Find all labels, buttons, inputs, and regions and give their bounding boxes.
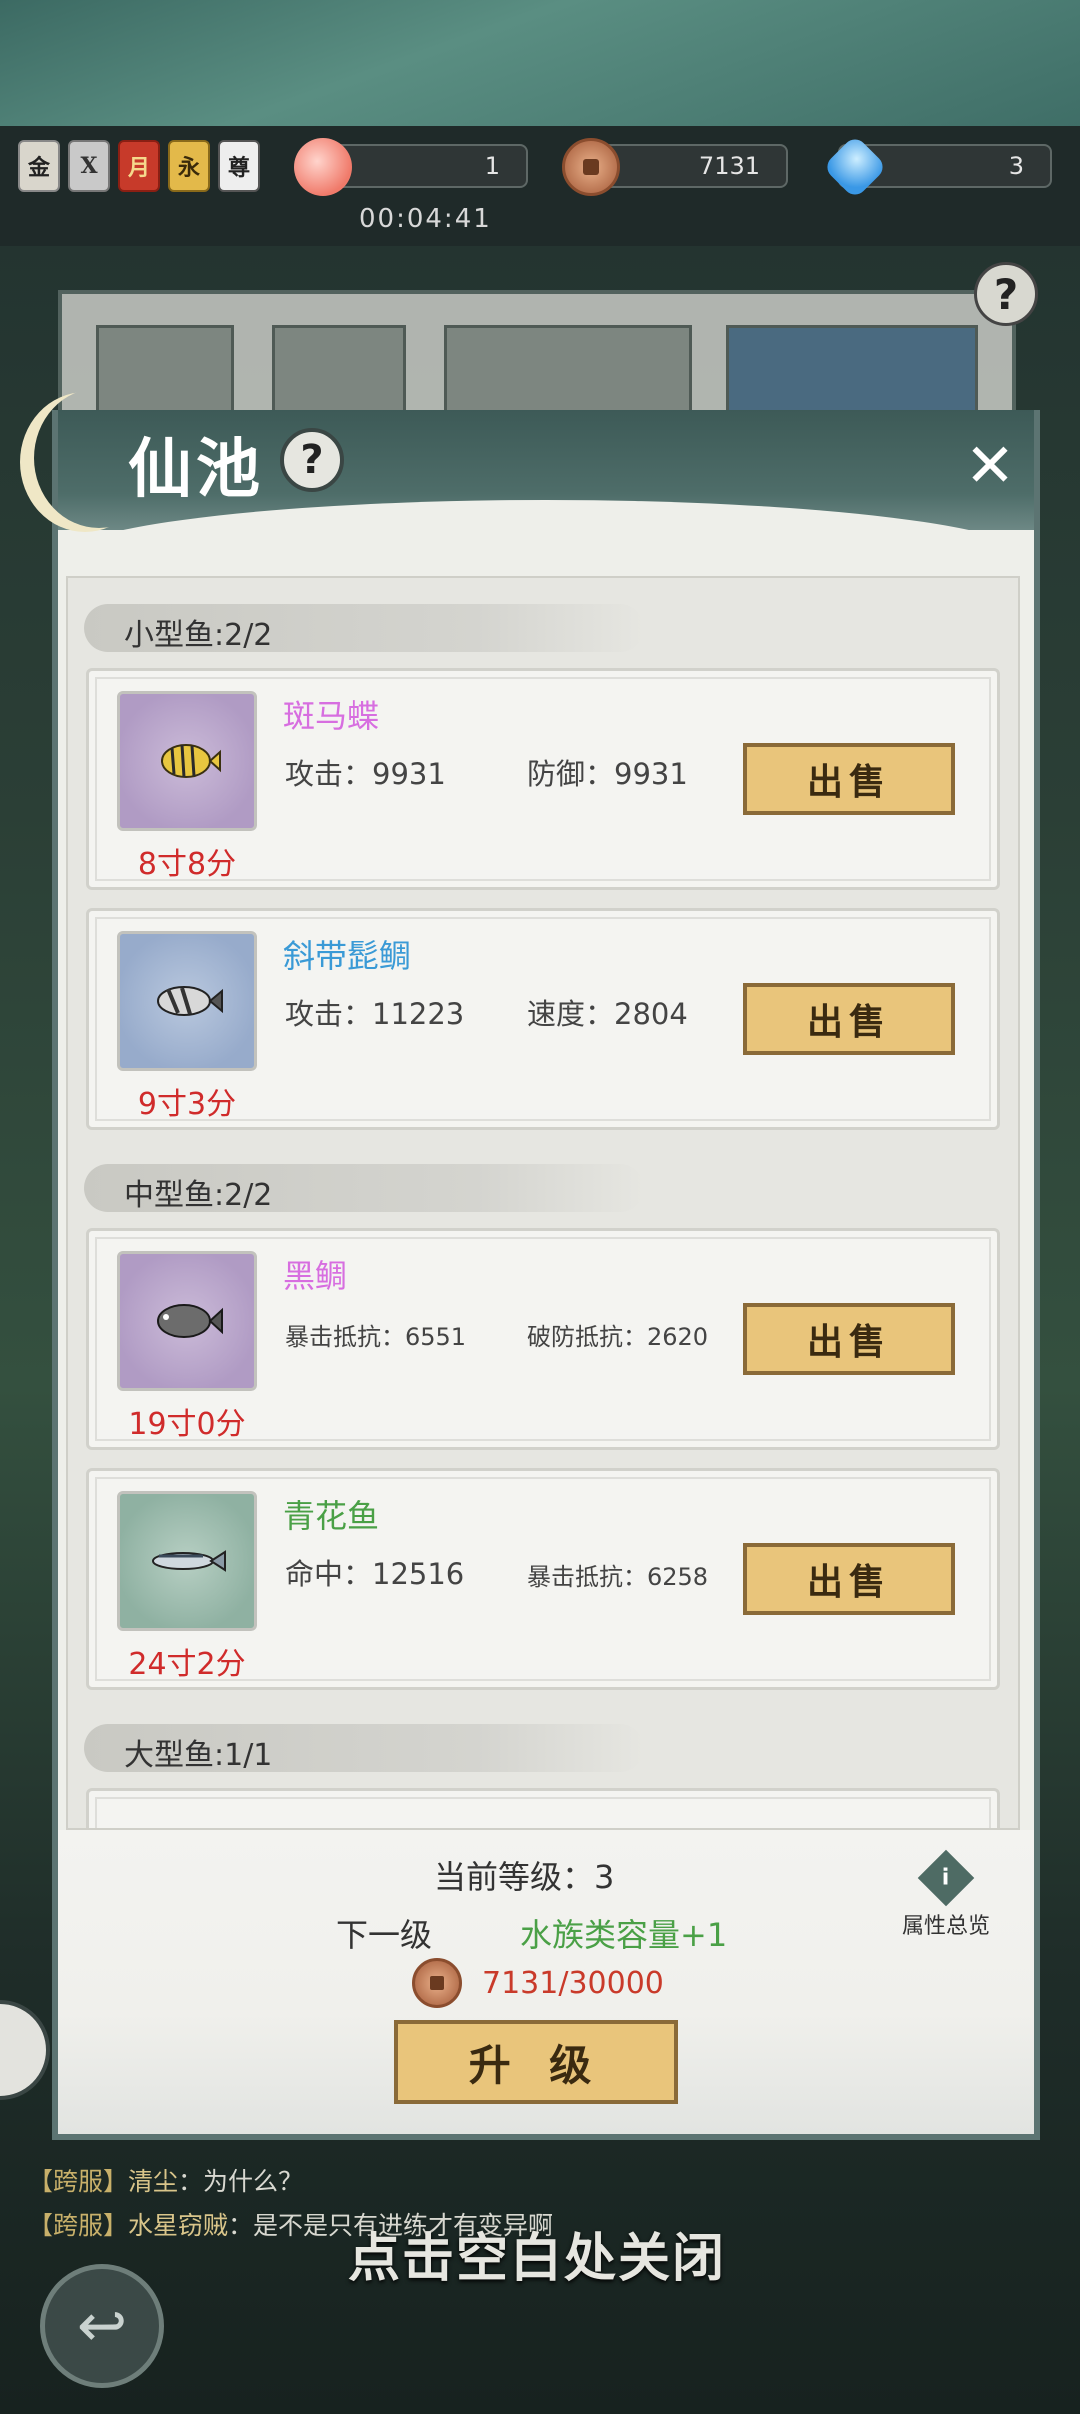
sell-button[interactable]: 出售 xyxy=(743,743,955,815)
section-label: 中型鱼:2/2 xyxy=(124,1178,273,1213)
fish-stat-defense: 防御：9931 xyxy=(527,757,688,791)
section-small-fish: 小型鱼:2/2 xyxy=(68,588,1018,668)
help-icon[interactable]: ? xyxy=(280,428,344,492)
upgrade-cost: 7131/30000 xyxy=(482,1966,664,2001)
mackerel-icon xyxy=(152,1550,226,1572)
next-level-bonus: 水族类容量+1 xyxy=(520,1916,728,1954)
fish-stat-accuracy: 命中：12516 xyxy=(285,1557,465,1591)
fish-name: 青花鱼 xyxy=(283,1497,380,1535)
fish-name: 黑鲷 xyxy=(283,1257,348,1295)
section-label: 大型鱼:1/1 xyxy=(124,1738,273,1773)
supreme-badge-icon[interactable]: 尊 xyxy=(218,140,260,192)
fish-name: 斑马蝶 xyxy=(283,697,380,735)
x-badge-icon[interactable]: X xyxy=(68,140,110,192)
sell-button[interactable]: 出售 xyxy=(743,1543,955,1615)
current-level: 当前等级：3 xyxy=(434,1858,615,1896)
fish-thumbnail[interactable] xyxy=(117,1251,257,1391)
close-button[interactable]: ✕ xyxy=(960,436,1020,496)
fish-size: 8寸8分 xyxy=(137,847,237,882)
gem-resource[interactable]: 3 xyxy=(822,134,1052,200)
fish-stat-attack: 攻击：11223 xyxy=(285,997,465,1031)
fish-card: 24寸2分 青花鱼 命中：12516 暴击抵抗：6258 出售 xyxy=(86,1468,1000,1690)
fish-card: 19寸0分 黑鲷 暴击抵抗：6551 破防抵抗：2620 出售 xyxy=(86,1228,1000,1450)
black-seabream-icon xyxy=(157,1304,223,1338)
chat-message: 【跨服】清尘：为什么？ xyxy=(28,2167,304,2196)
fish-stat-crit-resist: 暴击抵抗：6258 xyxy=(527,1563,709,1591)
fish-size: 24寸2分 xyxy=(128,1647,246,1682)
peach-icon xyxy=(294,138,352,196)
top-banner-background xyxy=(0,0,1080,126)
grunt-fish-icon xyxy=(157,986,223,1016)
fish-stat-crit-resist: 暴击抵抗：6551 xyxy=(285,1323,467,1351)
section-large-fish: 大型鱼:1/1 xyxy=(68,1708,1018,1788)
upgrade-button[interactable]: 升 级 xyxy=(394,2020,678,2104)
fish-card: 8寸8分 斑马蝶 攻击：9931 防御：9931 出售 xyxy=(86,668,1000,890)
fish-stat-attack: 攻击：9931 xyxy=(285,757,446,791)
modal-title: 仙池 xyxy=(128,432,264,507)
top-hud: 金 X 月 永 尊 1 7131 3 00:04:41 xyxy=(0,126,1080,246)
attribute-overview-button[interactable]: i 属性总览 xyxy=(896,1849,996,1940)
fish-size: 9寸3分 xyxy=(137,1087,237,1122)
gem-count: 3 xyxy=(1008,152,1024,180)
copper-coin-icon xyxy=(412,1958,462,2008)
fish-size: 19寸0分 xyxy=(128,1407,246,1442)
sell-button[interactable]: 出售 xyxy=(743,1303,955,1375)
attribute-overview-label: 属性总览 xyxy=(901,1914,990,1939)
fish-stat-break-resist: 破防抵抗：2620 xyxy=(527,1323,709,1351)
gem-icon xyxy=(822,134,888,200)
back-button[interactable]: ↩ xyxy=(40,2264,164,2388)
fish-thumbnail[interactable] xyxy=(117,1491,257,1631)
gold-badge-icon[interactable]: 金 xyxy=(18,140,60,192)
coin-resource[interactable]: 7131 xyxy=(562,138,788,196)
fish-list[interactable]: 小型鱼:2/2 8寸8分 斑马蝶 攻击：9931 防御：9931 出售 9寸3分… xyxy=(66,576,1020,1830)
fish-stat-speed: 速度：2804 xyxy=(527,997,688,1031)
permanent-card-icon[interactable]: 永 xyxy=(168,140,210,192)
copper-coin-icon xyxy=(562,138,620,196)
countdown-timer: 00:04:41 xyxy=(359,204,492,234)
tap-to-close-hint[interactable]: 点击空白处关闭 xyxy=(348,2216,726,2291)
vip-badges: 金 X 月 永 尊 xyxy=(18,140,260,192)
peach-count: 1 xyxy=(484,152,500,180)
coin-count: 7131 xyxy=(698,152,760,180)
fish-card: 9寸3分 斜带髭鲷 攻击：11223 速度：2804 出售 xyxy=(86,908,1000,1130)
info-icon: i xyxy=(917,1849,975,1907)
fish-card-partial xyxy=(86,1788,1000,1828)
fish-name: 斜带髭鲷 xyxy=(283,937,412,975)
fish-thumbnail[interactable] xyxy=(117,691,257,831)
background-help-icon[interactable]: ? xyxy=(974,262,1038,326)
next-level-label: 下一级 xyxy=(336,1916,433,1954)
section-label: 小型鱼:2/2 xyxy=(124,618,273,653)
butterflyfish-icon xyxy=(161,744,221,778)
peach-resource[interactable]: 1 xyxy=(294,138,528,196)
sell-button[interactable]: 出售 xyxy=(743,983,955,1055)
section-medium-fish: 中型鱼:2/2 xyxy=(68,1148,1018,1228)
fish-thumbnail[interactable] xyxy=(117,931,257,1071)
monthly-card-icon[interactable]: 月 xyxy=(118,140,160,192)
